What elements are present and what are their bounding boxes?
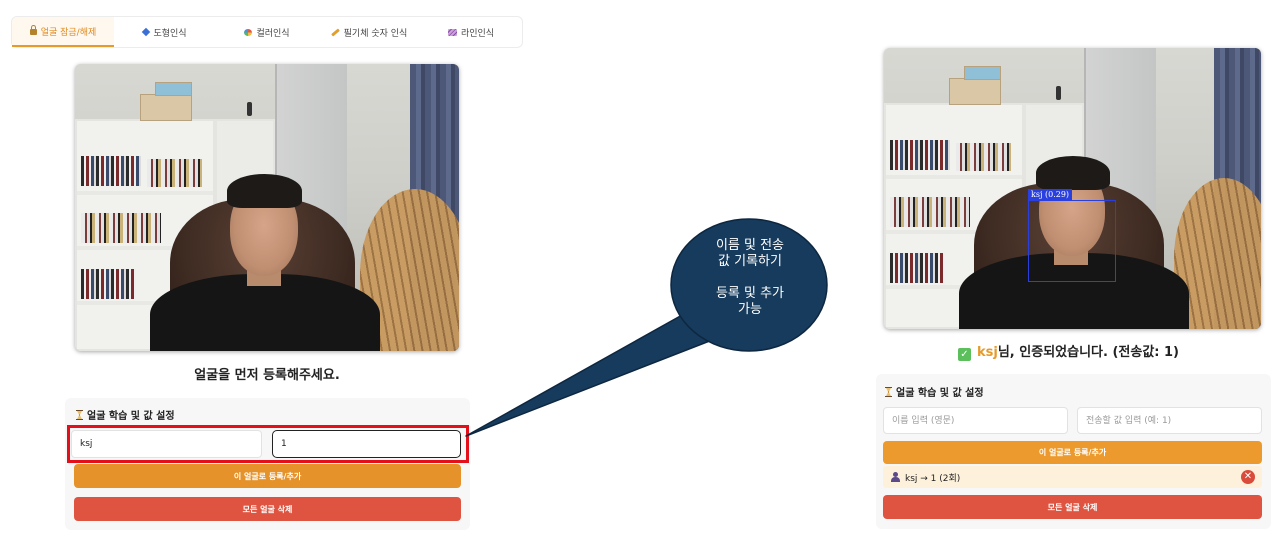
auth-status: ✓ ksj님, 인증되었습니다. (전송값: 1) xyxy=(958,341,1179,361)
entry-text: ksj → 1 (2회) xyxy=(905,473,961,484)
face-detection-label: ksj (0.29) xyxy=(1028,189,1073,200)
auth-user-name: ksj xyxy=(977,345,998,360)
auth-message: 님, 인증되었습니다. (전송값: 1) xyxy=(997,345,1179,360)
registered-face-entry: ksj → 1 (2회) ✕ xyxy=(883,466,1262,488)
person-icon xyxy=(891,472,900,482)
callout-text: 이름 및 전송 값 기록하기 등록 및 추가 가능 xyxy=(715,238,785,317)
register-face-button[interactable]: 이 얼굴로 등록/추가 xyxy=(883,441,1262,464)
hourglass-icon xyxy=(885,387,892,397)
panel-title: 얼굴 학습 및 값 설정 xyxy=(885,384,984,399)
delete-all-faces-button[interactable]: 모든 얼굴 삭제 xyxy=(883,495,1262,519)
face-detection-box xyxy=(1028,200,1116,282)
delete-entry-icon[interactable]: ✕ xyxy=(1241,470,1255,484)
check-icon: ✓ xyxy=(958,348,971,361)
send-value-input[interactable] xyxy=(1077,407,1262,434)
camera-feed-right xyxy=(884,48,1261,329)
name-input[interactable] xyxy=(883,407,1068,434)
